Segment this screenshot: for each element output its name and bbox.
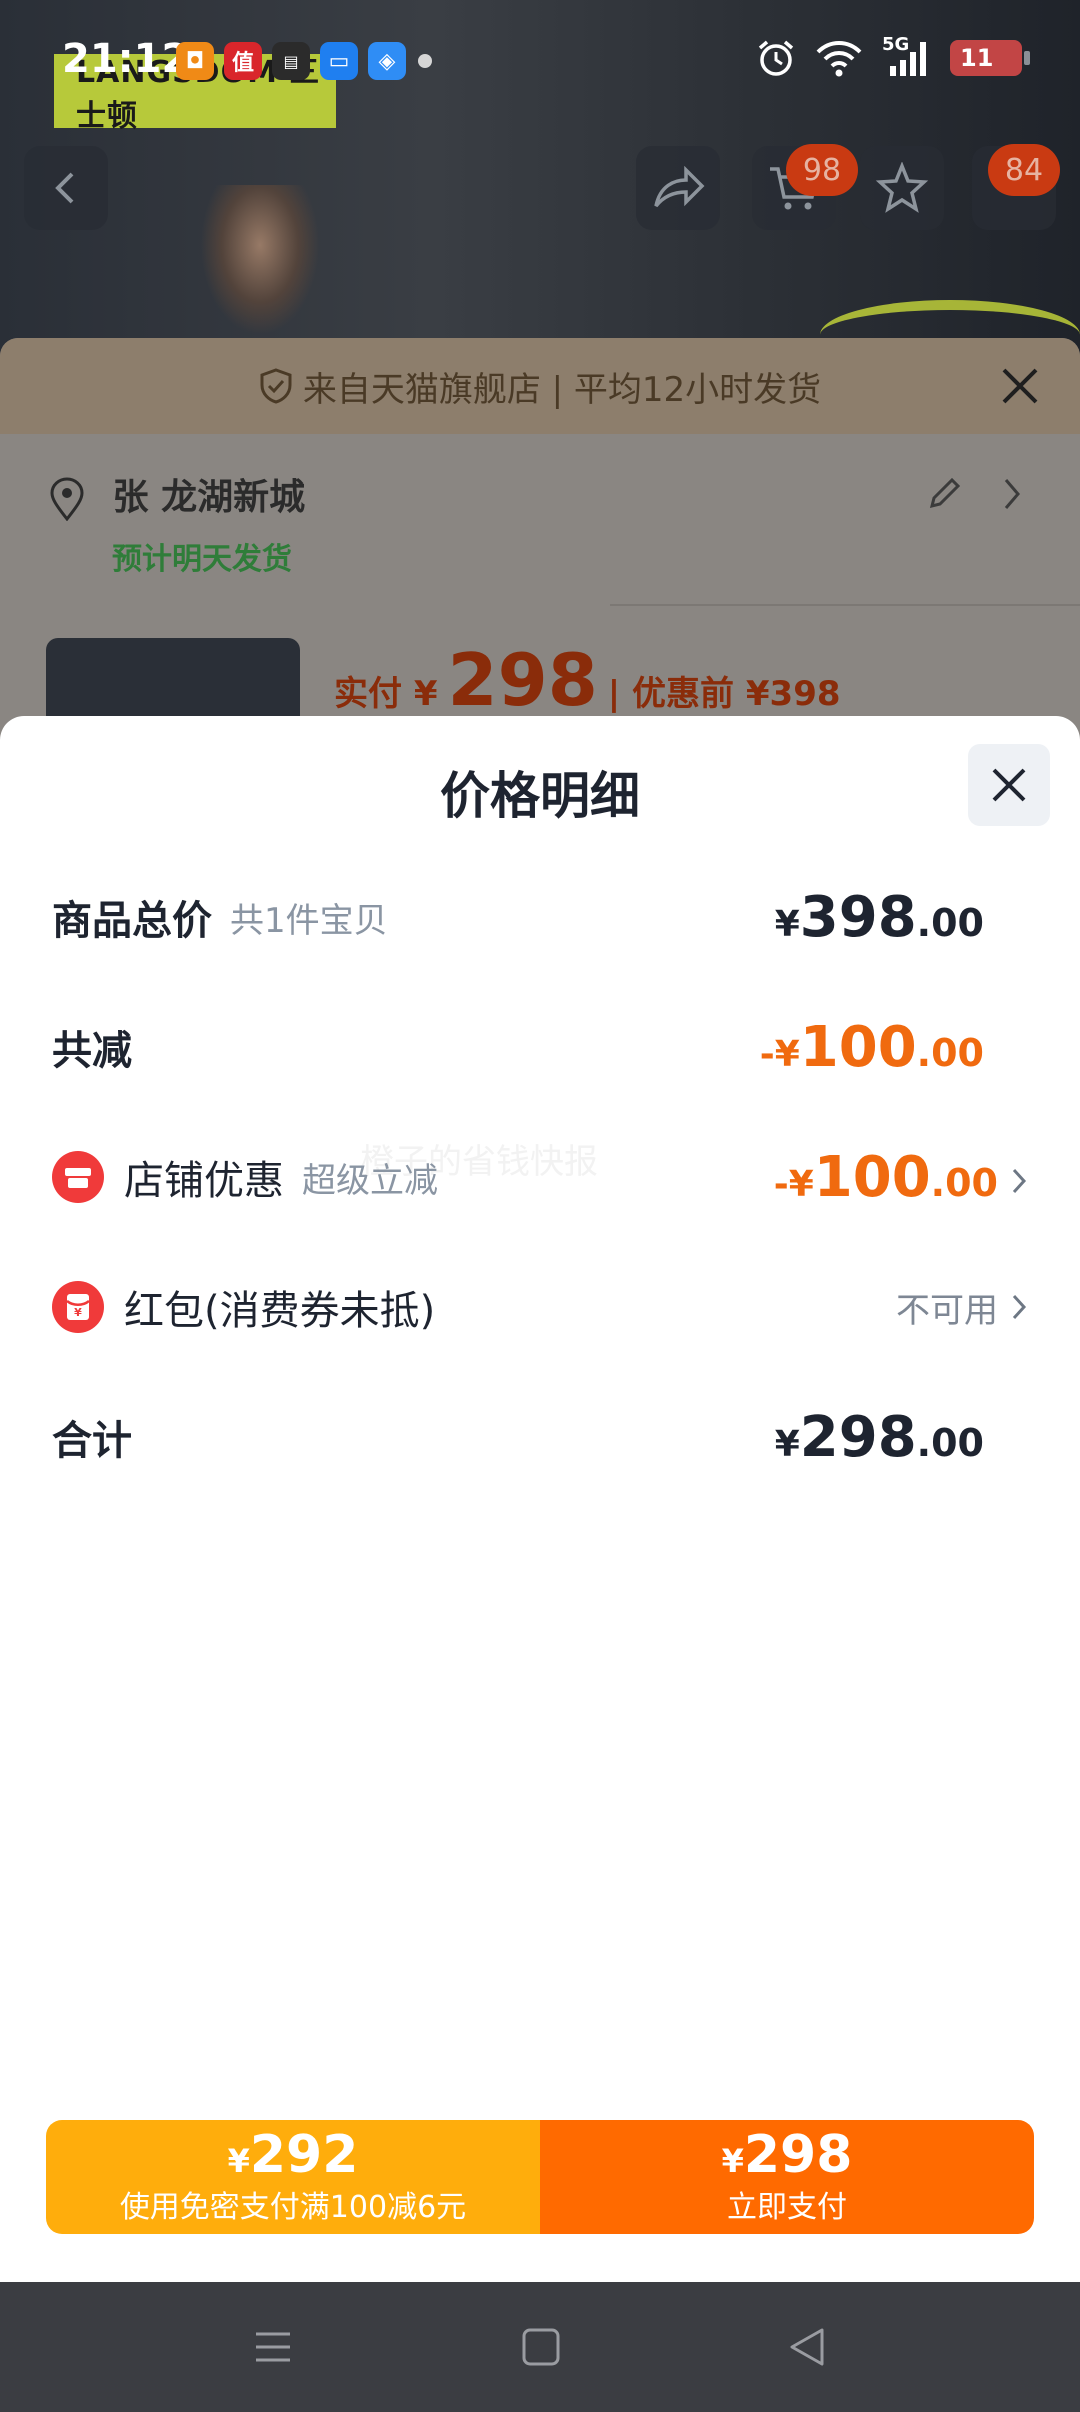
store-discount-value: -¥100.00 (774, 1145, 1028, 1210)
red-packet-value: 不可用 (896, 1283, 1028, 1332)
row-total-discount: 共减 -¥ 100.00 (52, 1012, 1028, 1082)
sum-amount: ¥298.00 (774, 1404, 984, 1470)
signal-icon: 5G (882, 34, 932, 78)
news-app-icon: ▤ (272, 42, 310, 80)
more-badge: 84 (988, 144, 1060, 196)
delivery-estimate: 预计明天发货 (112, 542, 292, 577)
item-total-label: 商品总价 (52, 898, 212, 944)
wifi-icon (816, 41, 862, 77)
alarm-icon (758, 40, 794, 76)
browser-app-icon: ◈ (368, 42, 406, 80)
actual-price-value: 298 (447, 638, 598, 722)
banner-text: 来自天猫旗舰店 | 平均12小时发货 (302, 369, 822, 410)
delivery-line: 预计明天发货 (112, 534, 292, 578)
row-sum: 合计 ¥298.00 (52, 1402, 1028, 1472)
chevron-right-icon (1012, 1294, 1027, 1320)
password-free-pay-label: 使用免密支付满100减6元 (119, 2190, 467, 2225)
store-banner: 来自天猫旗舰店 | 平均12小时发货 (0, 338, 1080, 434)
red-packet-label: 红包(消费券未抵) (124, 1288, 436, 1334)
model-photo (200, 185, 320, 335)
actual-price-label: 实付 ¥ (334, 674, 438, 714)
pay-now-amount: ¥298 (721, 2125, 853, 2185)
original-price: | 优惠前 ¥398 (607, 674, 841, 714)
files-app-icon: ▭ (320, 42, 358, 80)
close-button[interactable] (968, 744, 1050, 826)
sum-label: 合计 (52, 1418, 132, 1464)
row-item-total: 商品总价 共1件宝贝 ¥398.00 (52, 882, 1028, 952)
system-nav-bar (0, 2282, 1080, 2412)
red-packet-icon: ¥ (52, 1281, 104, 1333)
order-price: 实付 ¥ 298 | 优惠前 ¥398 (334, 638, 841, 722)
more-notifications-icon (418, 54, 432, 68)
store-discount-label: 店铺优惠 (124, 1158, 284, 1204)
address-line[interactable]: 张 龙湖新城 (48, 468, 1038, 522)
share-button[interactable] (636, 146, 720, 230)
close-icon[interactable] (1000, 366, 1040, 406)
status-bar: 21:12 ◘ 值 ▤ ▭ ◈ 5G 11 (0, 0, 1080, 120)
row-red-packet[interactable]: ¥ 红包(消费券未抵) 不可用 (52, 1272, 1028, 1342)
favorite-button[interactable] (860, 146, 944, 230)
location-pin-icon (50, 477, 84, 522)
edit-icon[interactable] (924, 474, 964, 514)
store-discount-amount: -¥100.00 (773, 1144, 998, 1210)
zhi-app-icon: 值 (224, 42, 262, 80)
close-icon (992, 768, 1026, 802)
back-icon[interactable] (784, 2324, 830, 2370)
price-detail-sheet: 价格明细 橙子的省钱快报 商品总价 共1件宝贝 ¥398.00 共减 -¥ 100… (0, 716, 1080, 2282)
home-icon[interactable] (518, 2324, 564, 2370)
divider (610, 604, 1080, 606)
password-free-pay-amount: ¥292 (227, 2125, 359, 2185)
pay-now-button[interactable]: ¥298 立即支付 (540, 2120, 1034, 2234)
reader-app-icon: ◘ (176, 42, 214, 80)
store-icon (52, 1151, 104, 1203)
back-button[interactable] (24, 146, 108, 230)
red-packet-status: 不可用 (896, 1290, 998, 1331)
share-icon (654, 166, 705, 208)
status-time: 21:12 (62, 36, 190, 82)
battery-indicator: 11 (950, 40, 1030, 76)
cart-badge: 98 (786, 144, 858, 196)
row-store-discount[interactable]: 店铺优惠 超级立减 -¥100.00 (52, 1142, 1028, 1212)
address-text: 张 龙湖新城 (112, 477, 306, 518)
shield-check-icon (260, 368, 292, 404)
item-total-amount: ¥398.00 (774, 884, 984, 950)
battery-level: 11 (960, 44, 994, 72)
password-free-pay-button[interactable]: ¥292 使用免密支付满100减6元 (46, 2120, 540, 2234)
sheet-title: 价格明细 (440, 767, 640, 825)
total-discount-label: 共减 (52, 1028, 132, 1074)
star-icon (875, 162, 929, 213)
chevron-left-icon (55, 172, 74, 204)
total-discount-amount: -¥ 100.00 (759, 1014, 984, 1080)
chevron-right-icon (1004, 479, 1020, 509)
product-thumbnail (46, 638, 300, 728)
svg-text:¥: ¥ (74, 1306, 82, 1319)
pay-bar: ¥292 使用免密支付满100减6元 ¥298 立即支付 (46, 2120, 1034, 2234)
chevron-right-icon (1012, 1168, 1027, 1193)
pay-now-label: 立即支付 (727, 2190, 847, 2225)
menu-icon[interactable] (250, 2324, 296, 2370)
store-discount-type: 超级立减 (302, 1160, 438, 1201)
item-count: 共1件宝贝 (230, 900, 388, 941)
